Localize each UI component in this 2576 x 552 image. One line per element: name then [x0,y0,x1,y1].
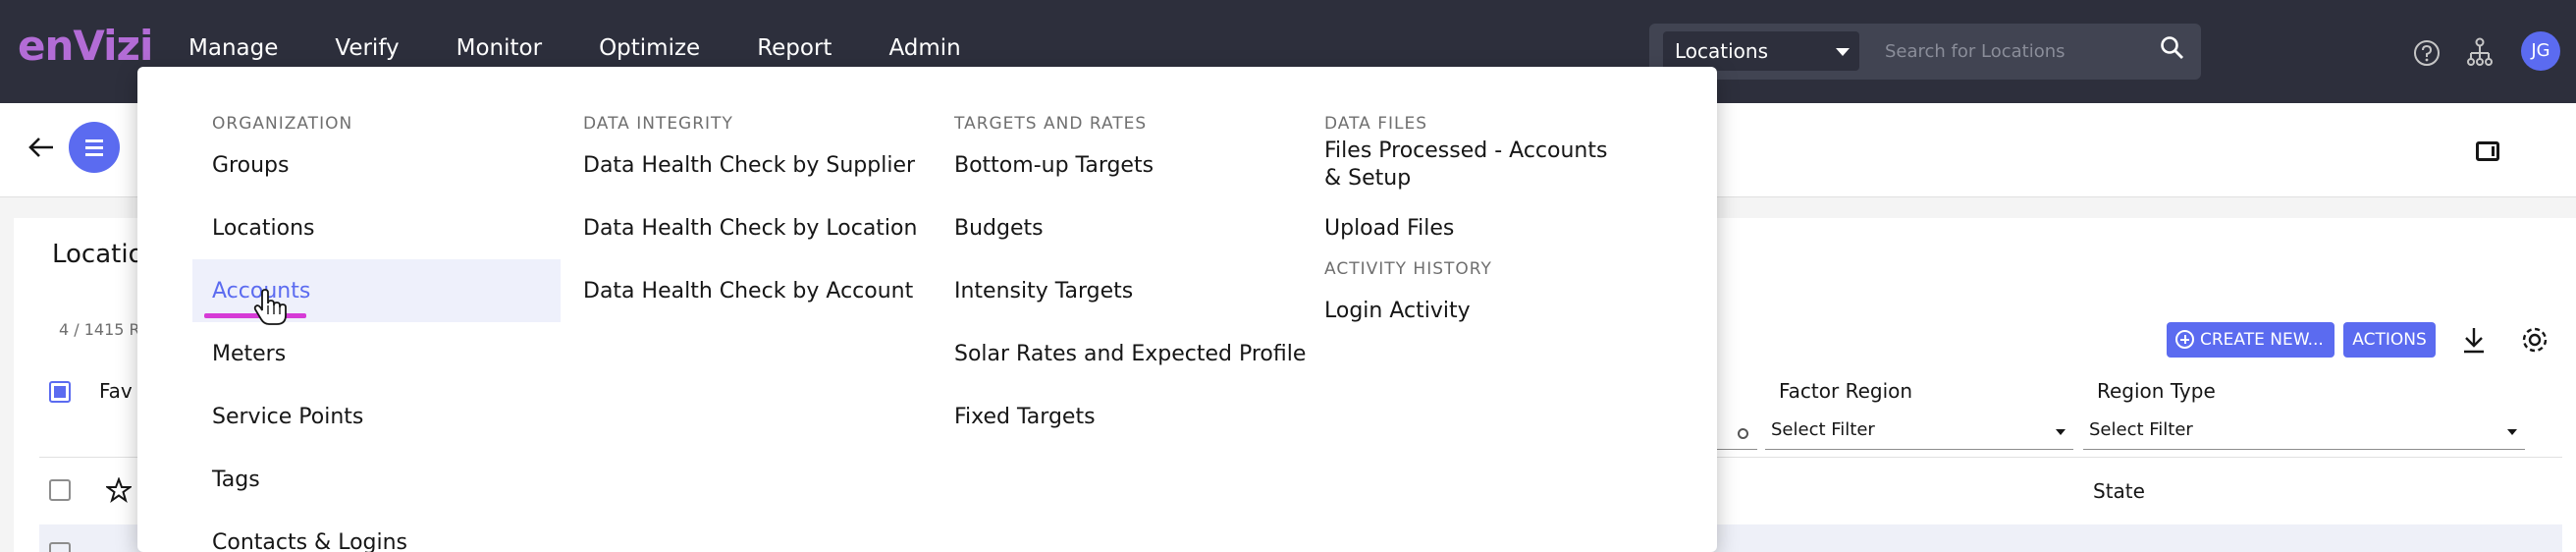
menu-item-contacts-logins[interactable]: Contacts & Logins [212,530,407,552]
search-scope-label: Locations [1675,39,1769,63]
menu-item-intensity-targets[interactable]: Intensity Targets [954,279,1133,304]
record-count: 4 / 1415 R [59,320,140,339]
caret-down-icon [2056,429,2066,435]
nav-optimize[interactable]: Optimize [599,35,700,61]
nav-manage[interactable]: Manage [188,35,278,61]
menu-line [85,139,103,142]
row-checkbox[interactable] [49,542,71,552]
menu-item-budgets[interactable]: Budgets [954,216,1044,241]
search-scope-select[interactable]: Locations [1663,31,1859,71]
menu-item-fixed-targets[interactable]: Fixed Targets [954,405,1096,429]
hand-cursor-icon [253,289,287,325]
menu-item-dhc-account[interactable]: Data Health Check by Account [583,279,913,304]
menu-item-dhc-supplier[interactable]: Data Health Check by Supplier [583,153,915,178]
menu-item-upload-files[interactable]: Upload Files [1324,216,1454,241]
nav-verify[interactable]: Verify [335,35,399,61]
actions-button[interactable]: ACTIONS [2343,322,2436,358]
select-all-checkbox[interactable] [49,381,71,403]
menu-line [85,153,103,156]
main-nav: Manage Verify Monitor Optimize Report Ad… [188,35,1018,61]
menu-item-tags[interactable]: Tags [212,468,260,492]
help-icon[interactable] [2413,39,2441,67]
filter-placeholder: Select Filter [2089,419,2193,440]
global-search: Locations [1649,24,2201,80]
menu-item-bottom-up-targets[interactable]: Bottom-up Targets [954,153,1154,178]
table-cell: State [2093,479,2145,503]
favorite-star-icon[interactable] [106,477,132,503]
search-icon[interactable] [2160,35,2185,61]
menu-item-dhc-location[interactable]: Data Health Check by Location [583,216,917,241]
nav-monitor[interactable]: Monitor [456,35,542,61]
menu-item-meters[interactable]: Meters [212,342,286,366]
factor-region-filter[interactable]: Select Filter [1765,414,2073,450]
menu-item-solar-rates[interactable]: Solar Rates and Expected Profile [954,342,1306,366]
menu-item-groups[interactable]: Groups [212,153,289,178]
menu-item-login-activity[interactable]: Login Activity [1324,299,1471,323]
column-header-region-type[interactable]: Region Type [2097,379,2216,403]
menu-heading-data-files: DATA FILES [1324,114,1427,134]
region-type-filter[interactable]: Select Filter [2083,414,2525,450]
row-checkbox[interactable] [49,479,71,501]
menu-heading-activity-history: ACTIVITY HISTORY [1324,259,1492,279]
page-title: Locatio [52,240,144,269]
user-avatar[interactable]: JG [2521,31,2560,71]
nav-report[interactable]: Report [757,35,832,61]
nav-admin[interactable]: Admin [888,35,960,61]
envizi-logo[interactable]: enVizi [18,22,153,70]
create-new-label: CREATE NEW... [2200,330,2324,350]
menu-heading-data-integrity: DATA INTEGRITY [583,114,733,134]
menu-item-locations[interactable]: Locations [212,216,315,241]
menu-item-files-processed[interactable]: Files Processed - Accounts & Setup [1324,138,1619,193]
settings-gear-icon[interactable] [2515,320,2554,359]
create-new-button[interactable]: CREATE NEW... [2167,322,2334,358]
manage-mega-menu: ORGANIZATION Groups Locations Accounts M… [137,67,1717,552]
hamburger-menu-button[interactable] [69,122,120,173]
caret-down-icon [2507,429,2517,435]
column-header-fav[interactable]: Fav [99,379,133,403]
menu-line [85,146,103,149]
plus-circle-icon [2175,330,2194,349]
filter-placeholder: Select Filter [1771,419,1875,440]
hierarchy-icon[interactable] [2466,37,2494,67]
side-panel-icon[interactable] [2476,141,2499,161]
column-header-factor-region[interactable]: Factor Region [1779,379,1912,403]
search-input[interactable] [1877,31,2181,71]
back-arrow-icon[interactable] [27,136,55,159]
menu-heading-organization: ORGANIZATION [212,114,353,134]
caret-down-icon [1836,48,1850,56]
menu-item-service-points[interactable]: Service Points [212,405,363,429]
menu-heading-targets-rates: TARGETS AND RATES [954,114,1148,134]
download-icon[interactable] [2454,320,2494,359]
